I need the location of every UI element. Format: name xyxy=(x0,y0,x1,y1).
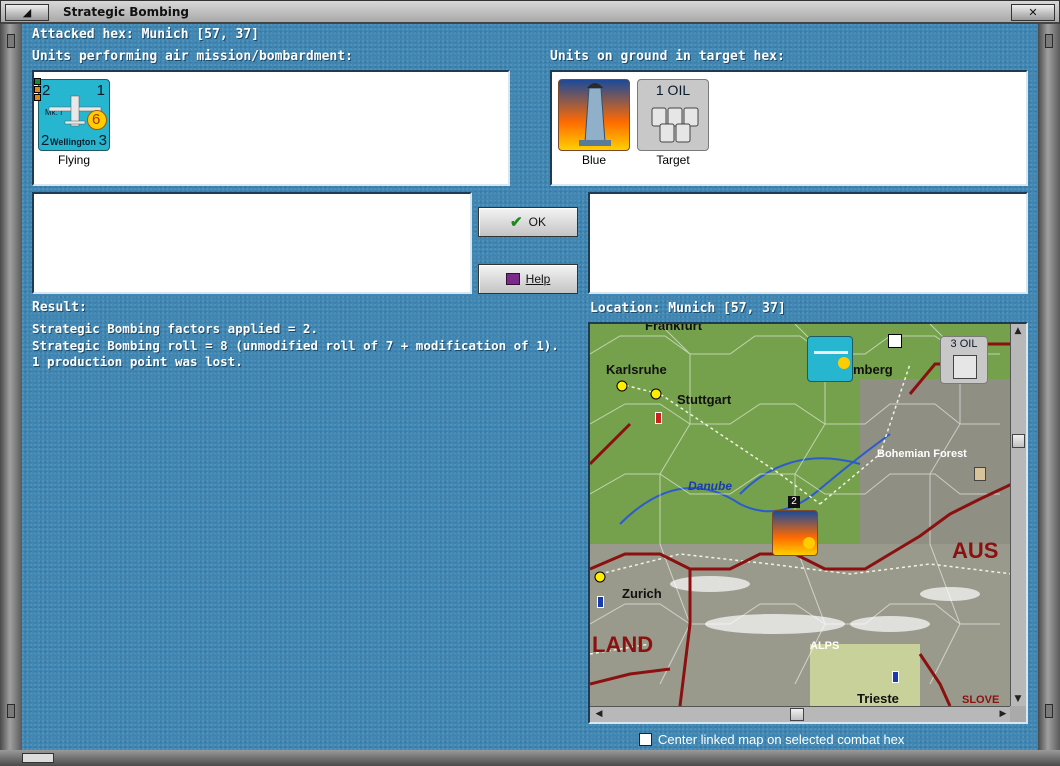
map-label-nurnberg: mberg xyxy=(853,362,893,377)
map-label-karlsruhe: Karlsruhe xyxy=(606,362,667,377)
oil-counter[interactable]: 1 OIL xyxy=(637,79,709,151)
city-stuttgart-icon[interactable] xyxy=(650,388,662,400)
unit-caption: Target xyxy=(656,153,690,167)
unit-marker-icon[interactable] xyxy=(655,412,662,424)
checkmark-icon: ✔ xyxy=(510,214,523,231)
center-map-checkbox[interactable] xyxy=(639,733,652,746)
result-line: 1 production point was lost. xyxy=(32,354,243,369)
defense-factor: 3 xyxy=(98,132,107,149)
map-oil-counter[interactable]: 3 OIL xyxy=(940,336,988,384)
window-frame-left xyxy=(0,24,22,752)
scroll-corner xyxy=(1010,706,1026,722)
factory-chimney-icon xyxy=(579,83,611,146)
unit-caption: Blue xyxy=(581,153,607,167)
resize-grip-icon[interactable] xyxy=(22,753,54,763)
scroll-right-arrow-icon[interactable]: ▶ xyxy=(996,709,1010,719)
map-label-slove: SLOVE xyxy=(962,694,1000,706)
map-label-stuttgart: Stuttgart xyxy=(677,392,732,407)
attacked-hex-label: Attacked hex: Munich [57, 37] xyxy=(32,27,259,42)
location-map[interactable]: Frankfurt Karlsruhe Stuttgart mberg Bohe… xyxy=(588,322,1028,724)
grip-icon[interactable] xyxy=(7,34,15,48)
help-book-icon xyxy=(505,273,520,285)
map-label-land: LAND xyxy=(592,632,654,657)
map-horizontal-scrollbar[interactable]: ◀ ▶ xyxy=(590,706,1012,722)
map-vertical-scrollbar[interactable]: ▲ ▼ xyxy=(1010,324,1026,706)
strategic-factor-badge xyxy=(803,537,815,549)
window-frame-right xyxy=(1038,24,1060,752)
location-label: Location: Munich [57, 37] xyxy=(590,301,786,316)
city-karlsruhe-icon[interactable] xyxy=(616,380,628,392)
strategic-factor: 6 xyxy=(92,111,101,128)
map-label-frankfurt: Frankfurt xyxy=(645,322,703,333)
status-marker-icon xyxy=(34,86,41,93)
ground-units-label: Units on ground in target hex: xyxy=(550,49,785,64)
grip-icon[interactable] xyxy=(1045,704,1053,718)
factory-marker-icon[interactable] xyxy=(974,467,986,481)
dialog-content: Attacked hex: Munich [57, 37] Units perf… xyxy=(22,24,1038,750)
ok-button[interactable]: ✔ OK xyxy=(478,207,578,237)
result-line: Strategic Bombing roll = 8 (unmodified r… xyxy=(32,337,559,353)
title-bar: ◢ Strategic Bombing ✕ xyxy=(0,0,1060,24)
unit-marker-icon[interactable] xyxy=(892,671,899,683)
air-message-panel xyxy=(32,192,472,294)
unit-wellington[interactable]: 2 1 Mk. I 6 2 Wellington 3 Flying xyxy=(34,78,110,167)
map-wellington-counter[interactable] xyxy=(807,336,853,382)
map-label-bohemian-forest: Bohemian Forest xyxy=(877,448,967,460)
window-frame-bottom xyxy=(0,750,1060,766)
map-label-zurich: Zurich xyxy=(622,586,662,601)
close-button[interactable]: ✕ xyxy=(1011,4,1055,21)
center-map-option[interactable]: Center linked map on selected combat hex xyxy=(639,732,904,747)
grip-icon[interactable] xyxy=(1045,34,1053,48)
attack-factor: 2 xyxy=(41,132,50,149)
map-label-trieste: Trieste xyxy=(857,691,899,706)
scroll-left-arrow-icon[interactable]: ◀ xyxy=(592,709,606,719)
result-text: Strategic Bombing factors applied = 2. S… xyxy=(32,321,559,371)
ground-units-panel: Blue 1 OIL Target xyxy=(550,70,1028,186)
grip-icon[interactable] xyxy=(7,704,15,718)
air-units-label: Units performing air mission/bombardment… xyxy=(32,49,353,64)
factory-counter[interactable] xyxy=(558,79,630,151)
minimize-icon: ◢ xyxy=(22,6,32,19)
map-label-danube: Danube xyxy=(688,479,733,493)
scroll-up-arrow-icon[interactable]: ▲ xyxy=(1011,326,1025,336)
close-icon: ✕ xyxy=(1028,6,1038,19)
stack-count-label: 2 xyxy=(791,496,797,507)
result-line: Strategic Bombing factors applied = 2. xyxy=(32,321,318,336)
ground-message-panel xyxy=(588,192,1028,294)
map-bomber-stack-counter[interactable] xyxy=(772,510,818,556)
unit-name: Wellington xyxy=(50,137,96,147)
unit-marker-icon[interactable] xyxy=(597,596,604,608)
map-label-aus: AUS xyxy=(952,538,999,563)
oil-barrels-icon xyxy=(953,355,977,379)
help-button[interactable]: Help xyxy=(478,264,578,294)
bomber-aircraft-icon xyxy=(814,351,848,354)
window-title: Strategic Bombing xyxy=(63,5,189,19)
status-marker-icon xyxy=(34,78,41,85)
minimize-button[interactable]: ◢ xyxy=(5,4,49,21)
strategic-factor-badge xyxy=(838,357,850,369)
ok-button-label: OK xyxy=(528,215,546,229)
oil-barrels-icon xyxy=(651,107,699,143)
wellington-counter[interactable]: 2 1 Mk. I 6 2 Wellington 3 xyxy=(34,78,110,151)
map-stack-count-badge: 2 xyxy=(788,496,800,508)
status-marker-icon xyxy=(34,94,41,101)
result-label: Result: xyxy=(32,300,87,315)
map-vertical-scroll-thumb[interactable] xyxy=(1012,434,1025,448)
center-map-checkbox-label: Center linked map on selected combat hex xyxy=(658,732,905,747)
oil-resource-label: 3 OIL xyxy=(950,338,978,350)
help-button-label: Help xyxy=(525,272,551,286)
unit-target[interactable]: 1 OIL Target xyxy=(637,79,709,167)
air-units-panel: 2 1 Mk. I 6 2 Wellington 3 Flying xyxy=(32,70,510,186)
aircraft-marker-icon[interactable] xyxy=(888,334,902,348)
scroll-down-arrow-icon[interactable]: ▼ xyxy=(1011,694,1025,704)
city-zurich-icon[interactable] xyxy=(594,571,606,583)
map-horizontal-scroll-thumb[interactable] xyxy=(790,708,804,721)
unit-blue[interactable]: Blue xyxy=(558,79,630,167)
unit-caption: Flying xyxy=(57,153,90,167)
map-label-alps: ALPS xyxy=(810,640,840,652)
oil-resource-label: 1 OIL xyxy=(655,82,691,98)
